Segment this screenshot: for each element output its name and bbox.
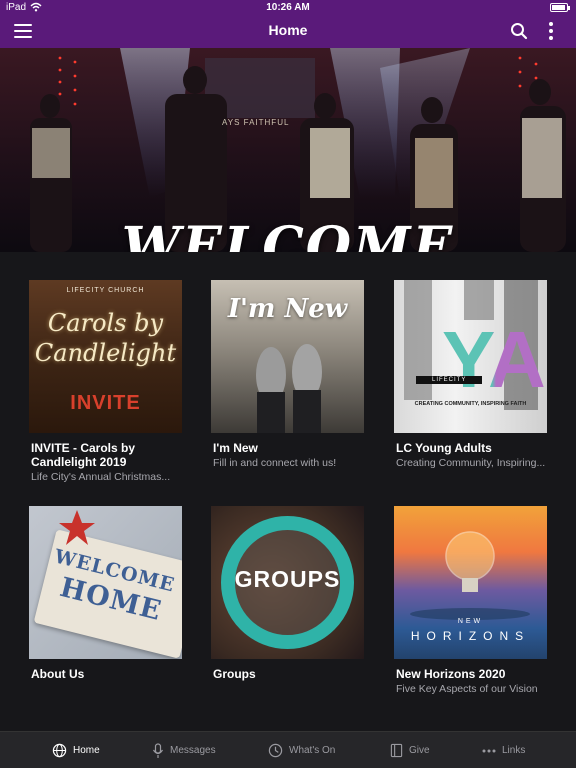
thumbnail-church-text: LIFECITY CHURCH	[66, 287, 145, 294]
card-thumbnail: NEW HORIZONS	[394, 506, 547, 659]
card-thumbnail: GROUPS	[211, 506, 364, 659]
card-title: INVITE - Carols by Candlelight 2019	[31, 441, 136, 469]
card-thumbnail: WELCOME HOME	[29, 506, 182, 659]
tab-messages[interactable]: Messages	[152, 732, 216, 768]
thumbnail-ya-text: YA	[442, 315, 546, 404]
thumbnail-horizons-text: HORIZONS	[410, 629, 531, 643]
status-time: 10:26 AM	[266, 2, 310, 13]
more-vertical-icon[interactable]	[544, 22, 558, 42]
card-lc-young-adults[interactable]: YA LIFECITY CREATING COMMUNITY, INSPIRIN…	[394, 280, 547, 470]
card-groups[interactable]: GROUPS Groups	[211, 506, 364, 681]
card-title: Groups	[213, 667, 256, 681]
hero-banner: AYS FAITHFUL WELCOME	[0, 48, 576, 252]
card-new-horizons[interactable]: NEW HORIZONS New Horizons 2020 Five Key …	[394, 506, 547, 696]
status-bar: iPad 10:26 AM	[0, 0, 576, 16]
tab-links[interactable]: Links	[482, 732, 525, 768]
card-subtitle: Fill in and connect with us!	[213, 457, 337, 469]
tab-label: Links	[502, 745, 526, 756]
card-subtitle: Life City's Annual Christmas...	[31, 471, 171, 483]
globe-icon	[52, 743, 67, 758]
battery-icon	[550, 3, 570, 12]
thumbnail-invite-text: INVITE	[70, 392, 141, 414]
thumbnail-script-text: I'm New	[227, 294, 348, 324]
tab-label: Messages	[170, 745, 216, 756]
card-subtitle: Creating Community, Inspiring...	[396, 457, 546, 469]
card-about-us[interactable]: WELCOME HOME About Us	[29, 506, 182, 681]
hero-title: WELCOME	[121, 216, 455, 252]
tab-bar: Home Messages What's On Give Links	[0, 731, 576, 768]
thumbnail-new-text: NEW	[457, 618, 484, 625]
star-icon	[59, 510, 95, 545]
thumbnail-lifecity-text: LIFECITY	[416, 376, 483, 384]
tab-give[interactable]: Give	[390, 732, 430, 768]
more-horizontal-icon	[482, 749, 496, 752]
microphone-icon	[152, 742, 164, 758]
tab-label: Home	[73, 745, 100, 756]
navigation-bar: iPad 10:26 AM Home	[0, 0, 576, 48]
thumbnail-groups-text: GROUPS	[234, 566, 341, 592]
card-title: LC Young Adults	[396, 441, 492, 455]
card-thumbnail: I'm New	[211, 280, 364, 433]
page-title: Home	[268, 22, 308, 38]
card-title: New Horizons 2020	[396, 667, 506, 681]
card-subtitle: Five Key Aspects of our Vision	[396, 683, 538, 695]
tab-whats-on[interactable]: What's On	[268, 732, 335, 768]
card-carols-by-candlelight[interactable]: LIFECITY CHURCH Carols by Candlelight IN…	[29, 280, 182, 484]
tab-label: What's On	[289, 745, 336, 756]
thumbnail-script-text: Carols by Candlelight	[34, 309, 177, 367]
card-title: About Us	[31, 667, 85, 681]
card-im-new[interactable]: I'm New I'm New Fill in and connect with…	[211, 280, 364, 470]
card-title: I'm New	[213, 441, 258, 455]
card-thumbnail: YA LIFECITY CREATING COMMUNITY, INSPIRIN…	[394, 280, 547, 433]
tab-label: Give	[409, 745, 430, 756]
tab-home[interactable]: Home	[52, 732, 100, 768]
card-thumbnail: LIFECITY CHURCH Carols by Candlelight IN…	[29, 280, 182, 433]
search-icon[interactable]	[510, 22, 528, 40]
clock-icon	[268, 743, 283, 758]
thumbnail-tagline-text: CREATING COMMUNITY, INSPIRING FAITH	[414, 401, 527, 407]
book-icon	[390, 743, 403, 758]
hero-banner-text: AYS FAITHFUL	[222, 118, 290, 127]
